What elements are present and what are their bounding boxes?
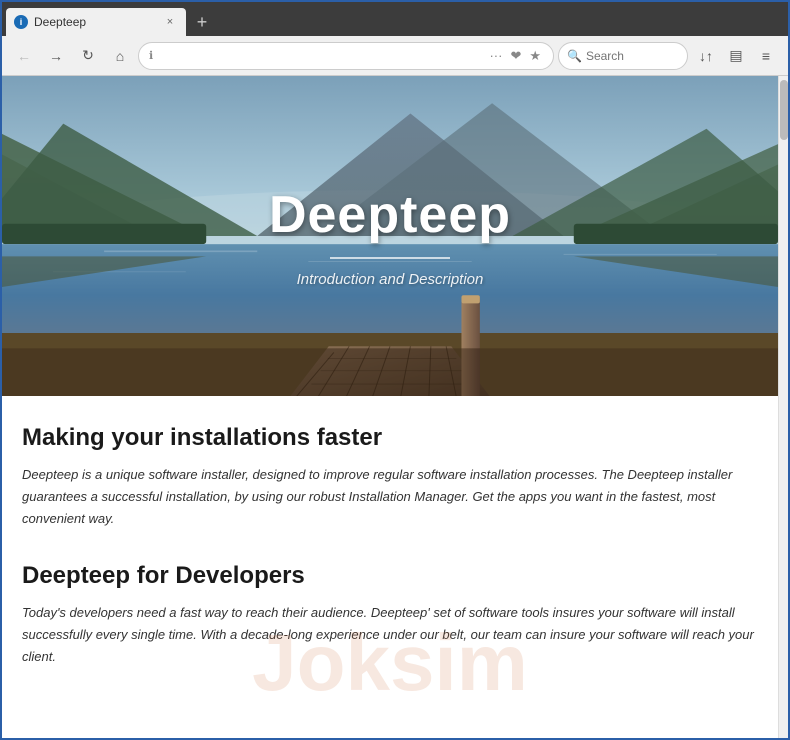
menu-button[interactable]: ≡ — [752, 42, 780, 70]
search-bar[interactable]: 🔍 — [558, 42, 688, 70]
scrollbar-thumb[interactable] — [780, 80, 788, 140]
nav-bar: ← → ↻ ⌂ ℹ ··· ❤ ★ 🔍 ↓↑ ▤ ≡ — [2, 36, 788, 76]
address-actions: ··· ❤ ★ — [487, 46, 543, 66]
bookmarks-button[interactable]: ↓↑ — [692, 42, 720, 70]
hero-title-underline — [330, 257, 450, 259]
hero-section: Deepteep Introduction and Description — [2, 76, 778, 396]
hero-title: Deepteep — [269, 185, 511, 245]
section-developers-title: Deepteep for Developers — [22, 562, 758, 590]
page-actions-button[interactable]: ··· — [487, 46, 504, 65]
tab-close-button[interactable]: × — [162, 14, 178, 30]
section-installations-title: Making your installations faster — [22, 424, 758, 452]
hero-subtitle: Introduction and Description — [269, 271, 511, 288]
search-input[interactable] — [586, 49, 666, 63]
browser-window: i Deepteep × + ← → ↻ ⌂ ℹ ··· ❤ ★ 🔍 ↓↑ ▤ — [0, 0, 790, 740]
address-info-icon: ℹ — [149, 49, 153, 62]
section-developers-text: Today's developers need a fast way to re… — [22, 602, 758, 668]
tab-title: Deepteep — [34, 15, 156, 29]
browser-content[interactable]: Deepteep Introduction and Description Jo… — [2, 76, 778, 738]
pocket-button[interactable]: ❤ — [508, 46, 523, 66]
content-area: Making your installations faster Deeptee… — [2, 396, 778, 729]
bookmark-star-button[interactable]: ★ — [527, 46, 543, 66]
browser-content-wrapper: Deepteep Introduction and Description Jo… — [2, 76, 788, 738]
section-developers: Deepteep for Developers Today's develope… — [22, 562, 758, 668]
content-container: Joksim Making your installations faster … — [2, 396, 778, 729]
reader-mode-button[interactable]: ▤ — [722, 42, 750, 70]
tab-bar: i Deepteep × + — [2, 2, 788, 36]
refresh-button[interactable]: ↻ — [74, 42, 102, 70]
forward-button[interactable]: → — [42, 42, 70, 70]
hero-text: Deepteep Introduction and Description — [269, 185, 511, 288]
scrollbar-track[interactable] — [778, 76, 788, 738]
section-installations-text: Deepteep is a unique software installer,… — [22, 464, 758, 530]
tab-favicon: i — [14, 15, 28, 29]
back-button[interactable]: ← — [10, 42, 38, 70]
home-button[interactable]: ⌂ — [106, 42, 134, 70]
section-installations: Making your installations faster Deeptee… — [22, 424, 758, 530]
nav-extra-buttons: ↓↑ ▤ ≡ — [692, 42, 780, 70]
new-tab-button[interactable]: + — [188, 8, 216, 36]
address-bar[interactable]: ℹ ··· ❤ ★ — [138, 42, 554, 70]
active-tab[interactable]: i Deepteep × — [6, 8, 186, 36]
search-icon: 🔍 — [567, 49, 582, 63]
